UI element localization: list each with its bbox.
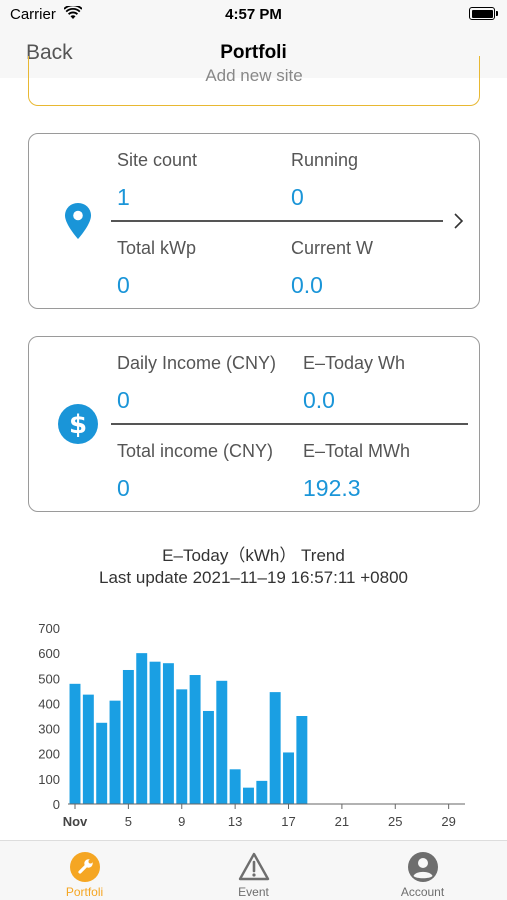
y-tick-label: 200	[38, 747, 60, 762]
total-income-value: 0	[117, 475, 130, 501]
chart-bar	[96, 722, 108, 804]
y-tick-label: 300	[38, 722, 60, 737]
svg-text:$: $	[69, 410, 87, 440]
running-value: 0	[291, 184, 304, 210]
chart-bar	[176, 689, 188, 804]
y-tick-label: 500	[38, 671, 60, 686]
last-update-label: Last update 2021–11–19 16:57:11 +0800	[99, 568, 408, 587]
chart-bar	[216, 680, 228, 804]
etotal-label: E–Total MWh	[303, 441, 411, 461]
tab-account[interactable]: Account	[338, 841, 507, 900]
account-icon	[407, 852, 438, 882]
total-kwp-label: Total kWp	[117, 238, 197, 258]
chart-bar	[256, 780, 268, 804]
site-count-label: Site count	[117, 150, 198, 170]
status-bar: Carrier 4:57 PM	[0, 0, 507, 30]
tab-label: Portfoli	[65, 885, 104, 899]
etoday-label: E–Today Wh	[303, 353, 406, 373]
dollar-icon: $	[58, 404, 98, 444]
total-income-label: Total income (CNY)	[117, 441, 274, 461]
current-w-label: Current W	[291, 238, 374, 258]
y-tick-label: 100	[38, 772, 60, 787]
warning-icon	[238, 852, 269, 881]
x-tick-label: 5	[125, 814, 132, 829]
y-tick-label: 0	[53, 797, 60, 812]
x-tick-label: 21	[335, 814, 349, 829]
chart-bar	[229, 769, 241, 804]
battery-icon	[469, 7, 498, 20]
chart-bar	[109, 700, 121, 804]
chart-bar	[122, 669, 134, 804]
y-tick-label: 400	[38, 696, 60, 711]
chart-bar	[69, 683, 81, 804]
x-tick-label: Nov	[63, 814, 88, 829]
chart-bar	[162, 663, 174, 804]
tab-label: Account	[400, 885, 445, 899]
location-pin-icon	[65, 203, 91, 239]
daily-income-value: 0	[117, 387, 130, 413]
chart-bar	[82, 694, 94, 804]
current-w-value: 0.0	[291, 272, 323, 298]
income-summary-card: $ Daily Income (CNY) 0 E–Today Wh 0.0 To…	[28, 336, 480, 512]
y-tick-label: 600	[38, 646, 60, 661]
tab-event[interactable]: Event	[169, 841, 338, 900]
x-tick-label: 13	[228, 814, 242, 829]
x-tick-label: 9	[178, 814, 185, 829]
chart-bar	[136, 653, 148, 804]
chart-bar	[296, 716, 308, 804]
chevron-right-icon[interactable]	[453, 211, 465, 231]
chart-bar	[149, 661, 161, 804]
x-tick-label: 29	[441, 814, 455, 829]
chart-bar	[283, 752, 294, 804]
trend-title: E–Today（kWh） Trend	[162, 546, 345, 565]
tab-bar: Portfoli Event Account	[0, 840, 507, 900]
x-tick-label: 25	[388, 814, 402, 829]
etotal-value: 192.3	[303, 475, 361, 501]
wrench-icon	[69, 852, 100, 882]
chart-bar	[269, 692, 281, 804]
add-site-label: Add new site	[205, 66, 303, 85]
tab-portfoli[interactable]: Portfoli	[0, 841, 169, 900]
total-kwp-value: 0	[117, 272, 130, 298]
chart-bar	[202, 710, 214, 804]
chart-bar	[189, 675, 201, 804]
add-site-button[interactable]: Add new site	[28, 56, 480, 106]
etoday-bar-chart: 0 100 200 300 400 500 600 700 Nov 5 9 13 17 21 25 29	[38, 621, 465, 829]
chart-bar	[243, 787, 254, 804]
divider	[111, 220, 443, 222]
running-label: Running	[291, 150, 359, 170]
daily-income-label: Daily Income (CNY)	[117, 353, 277, 373]
y-tick-label: 700	[38, 621, 60, 636]
site-summary-card[interactable]: Site count 1 Running 0 Total kWp 0 Curre…	[28, 133, 480, 309]
divider	[111, 423, 468, 425]
tab-label: Event	[238, 885, 269, 899]
site-count-value: 1	[117, 184, 130, 210]
etoday-value: 0.0	[303, 387, 335, 413]
x-tick-label: 17	[281, 814, 295, 829]
clock-label: 4:57 PM	[225, 6, 282, 23]
